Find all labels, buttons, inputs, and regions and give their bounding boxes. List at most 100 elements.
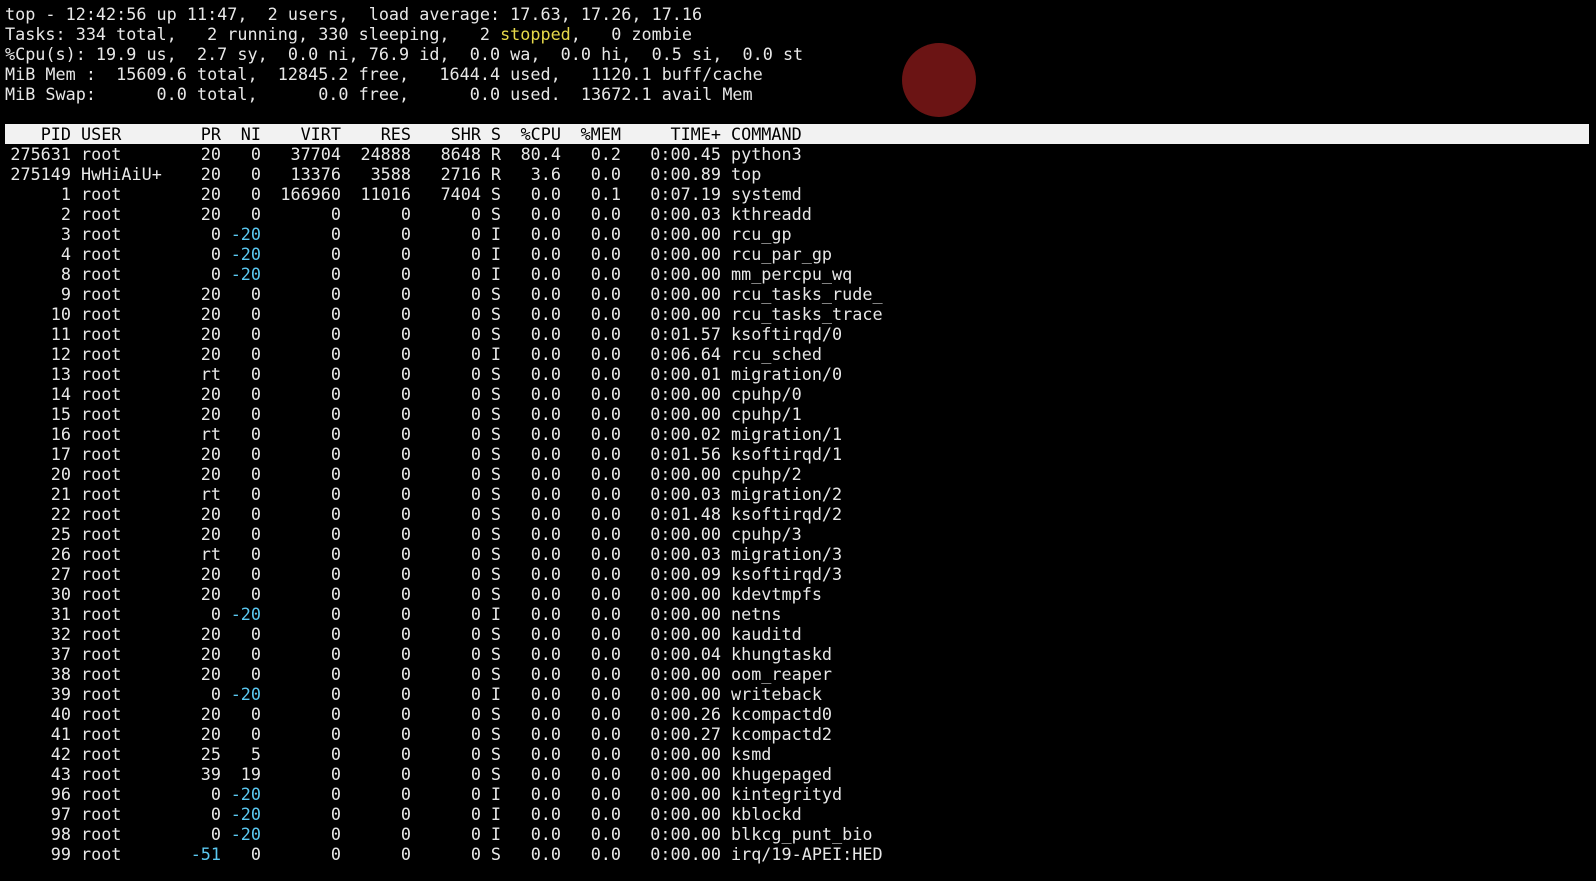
- cell-pid: 41: [50, 724, 71, 744]
- cell-virt: 0: [330, 224, 341, 244]
- cell-user: root: [81, 464, 122, 484]
- cell-pid: 98: [50, 824, 71, 844]
- cell-mem: 0.0: [590, 704, 621, 724]
- col-mem: %MEM: [580, 124, 621, 144]
- cell-user: root: [81, 384, 122, 404]
- cell-user: root: [81, 324, 122, 344]
- cell-res: 24888: [360, 144, 411, 164]
- cell-res: 0: [400, 784, 411, 804]
- cell-pid: 14: [50, 384, 71, 404]
- table-row: 26 root rt 0 0 0 0 S 0.0 0.0 0:00.03 migration/3: [5, 544, 1589, 564]
- cell-shr: 0: [470, 604, 481, 624]
- cell-time: 0:01.48: [650, 504, 721, 524]
- cell-user: root: [81, 724, 122, 744]
- cell-time: 0:00.27: [650, 724, 721, 744]
- cell-ni: 0: [250, 484, 261, 504]
- cell-virt: 0: [330, 804, 341, 824]
- cell-res: 0: [400, 204, 411, 224]
- cell-time: 0:00.00: [650, 784, 721, 804]
- cell-state: R: [490, 144, 501, 164]
- cell-mem: 0.0: [590, 504, 621, 524]
- cell-shr: 0: [470, 384, 481, 404]
- cell-cpu: 0.0: [530, 604, 561, 624]
- cell-user: root: [81, 304, 122, 324]
- cell-shr: 0: [470, 424, 481, 444]
- cell-pr: 20: [200, 144, 221, 164]
- cell-time: 0:01.57: [650, 324, 721, 344]
- cell-mem: 0.0: [590, 804, 621, 824]
- cell-state: S: [490, 764, 501, 784]
- table-row: 20 root 20 0 0 0 0 S 0.0 0.0 0:00.00 cpuhp/2: [5, 464, 1589, 484]
- cell-state: S: [490, 704, 501, 724]
- cell-user: root: [81, 624, 122, 644]
- cell-command: kblockd: [731, 804, 802, 824]
- cell-res: 0: [400, 264, 411, 284]
- cell-state: I: [490, 684, 501, 704]
- cell-shr: 0: [470, 404, 481, 424]
- cell-pid: 13: [50, 364, 71, 384]
- cell-pr: 20: [200, 204, 221, 224]
- cell-time: 0:07.19: [650, 184, 721, 204]
- cell-ni: -20: [230, 224, 261, 244]
- cell-user: root: [81, 144, 122, 164]
- cell-time: 0:00.00: [650, 384, 721, 404]
- cell-virt: 0: [330, 504, 341, 524]
- table-row: 31 root 0 -20 0 0 0 I 0.0 0.0 0:00.00 netns: [5, 604, 1589, 624]
- cell-mem: 0.0: [590, 424, 621, 444]
- cell-res: 0: [400, 724, 411, 744]
- cell-time: 0:01.56: [650, 444, 721, 464]
- cell-mem: 0.0: [590, 284, 621, 304]
- cell-state: S: [490, 404, 501, 424]
- cell-user: root: [81, 644, 122, 664]
- cell-mem: 0.0: [590, 784, 621, 804]
- cell-state: S: [490, 324, 501, 344]
- cell-ni: 0: [250, 504, 261, 524]
- cell-res: 0: [400, 424, 411, 444]
- cell-state: S: [490, 384, 501, 404]
- cell-shr: 0: [470, 804, 481, 824]
- cell-mem: 0.1: [590, 184, 621, 204]
- cell-pid: 1: [60, 184, 71, 204]
- table-row: 3 root 0 -20 0 0 0 I 0.0 0.0 0:00.00 rcu_gp: [5, 224, 1589, 244]
- cell-pid: 42: [50, 744, 71, 764]
- cell-cpu: 0.0: [530, 344, 561, 364]
- cell-virt: 0: [330, 684, 341, 704]
- cell-time: 0:00.89: [650, 164, 721, 184]
- cell-command: ksoftirqd/3: [731, 564, 843, 584]
- cell-res: 0: [400, 244, 411, 264]
- cell-cpu: 0.0: [530, 464, 561, 484]
- cell-res: 0: [400, 284, 411, 304]
- cell-ni: 0: [250, 324, 261, 344]
- table-row: 25 root 20 0 0 0 0 S 0.0 0.0 0:00.00 cpuhp/3: [5, 524, 1589, 544]
- cell-shr: 0: [470, 464, 481, 484]
- terminal-window[interactable]: top - 12:42:56 up 11:47, 2 users, load a…: [5, 4, 1589, 864]
- col-state: S: [490, 124, 501, 144]
- cell-ni: 0: [250, 424, 261, 444]
- cell-res: 0: [400, 824, 411, 844]
- cell-res: 0: [400, 484, 411, 504]
- cell-virt: 0: [330, 364, 341, 384]
- cell-mem: 0.0: [590, 224, 621, 244]
- cell-time: 0:00.00: [650, 524, 721, 544]
- cell-mem: 0.0: [590, 544, 621, 564]
- cell-shr: 0: [470, 824, 481, 844]
- cell-virt: 0: [330, 284, 341, 304]
- cell-pid: 40: [50, 704, 71, 724]
- cell-time: 0:00.00: [650, 584, 721, 604]
- cell-command: migration/3: [731, 544, 843, 564]
- cell-pr: 39: [200, 764, 221, 784]
- cell-mem: 0.0: [590, 644, 621, 664]
- cell-mem: 0.0: [590, 764, 621, 784]
- cell-res: 0: [400, 304, 411, 324]
- table-row: 27 root 20 0 0 0 0 S 0.0 0.0 0:00.09 ksoftirqd/3: [5, 564, 1589, 584]
- cell-pr: -51: [190, 844, 221, 864]
- cell-mem: 0.0: [590, 684, 621, 704]
- cell-user: root: [81, 844, 122, 864]
- cell-command: cpuhp/1: [731, 404, 802, 424]
- cell-pid: 31: [50, 604, 71, 624]
- cell-pid: 12: [50, 344, 71, 364]
- cell-virt: 0: [330, 584, 341, 604]
- cell-ni: 0: [250, 664, 261, 684]
- cell-user: root: [81, 664, 122, 684]
